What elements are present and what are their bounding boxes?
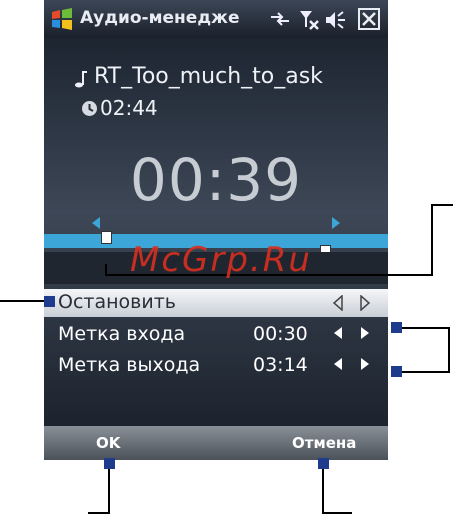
mark-out-decrease-icon[interactable]: [334, 358, 342, 370]
ok-button[interactable]: OK: [96, 434, 120, 452]
softkey-bar: OK Отмена: [44, 426, 388, 460]
mark-in-label: Метка входа: [58, 323, 186, 345]
windows-start-icon[interactable]: [50, 7, 74, 31]
mark-in-handle[interactable]: [101, 231, 112, 244]
callout-line-cancel: [322, 469, 324, 514]
menu-item-stop[interactable]: Остановить: [44, 289, 388, 317]
callout-dot-mark-out: [391, 366, 402, 377]
connectivity-icon[interactable]: [269, 11, 291, 27]
watermark-text: McGrp.Ru: [130, 240, 312, 280]
callout-dot-stop: [44, 296, 55, 307]
mark-in-value[interactable]: 00:30: [253, 323, 308, 345]
mark-in-increase-icon[interactable]: [361, 327, 369, 339]
mark-in-decrease-icon[interactable]: [334, 327, 342, 339]
mark-out-marker: [332, 217, 340, 229]
title-bar: Аудио-менедже: [44, 0, 388, 38]
callout-line-ok-foot: [88, 512, 110, 514]
close-icon: [362, 12, 376, 26]
callout-line-stop: [0, 300, 44, 302]
app-title: Аудио-менедже: [80, 8, 240, 28]
volume-icon[interactable]: [324, 10, 348, 30]
menu-item-stop-label: Остановить: [58, 291, 176, 313]
callout-dot-mark-in: [391, 322, 402, 333]
callout-dot-ok: [104, 458, 115, 469]
callout-line-ok: [108, 469, 110, 514]
signal-off-icon[interactable]: [298, 9, 320, 31]
callout-dot-cancel: [318, 458, 329, 469]
close-button[interactable]: [358, 8, 380, 30]
triangle-right-outline-icon[interactable]: [359, 295, 371, 311]
triangle-left-outline-icon[interactable]: [332, 295, 344, 311]
clock-icon: [82, 101, 97, 116]
track-duration: 02:44: [100, 96, 158, 120]
playback-position: 00:39: [129, 146, 303, 214]
callout-line-cancel-foot: [322, 512, 352, 514]
callout-line-mark-out: [402, 371, 450, 373]
callout-line-mark-in: [402, 327, 450, 329]
mark-in-marker: [92, 217, 100, 229]
callout-line-handle-right: [431, 204, 433, 276]
audio-player-screen: RT_Too_much_to_ask 02:44 00:39 Остановит…: [44, 38, 388, 426]
mark-out-increase-icon[interactable]: [361, 358, 369, 370]
callout-line-mark-bracket: [448, 327, 450, 373]
mark-out-value[interactable]: 03:14: [253, 354, 308, 376]
callout-line-handle-top: [431, 204, 453, 206]
track-name: RT_Too_much_to_ask: [94, 64, 323, 89]
music-note-icon: [75, 71, 87, 88]
mark-out-label: Метка выхода: [58, 354, 201, 376]
cancel-button[interactable]: Отмена: [292, 434, 356, 452]
device-screen: Аудио-менедже RT_Too_much_to_ask 02:44 0…: [44, 0, 388, 460]
